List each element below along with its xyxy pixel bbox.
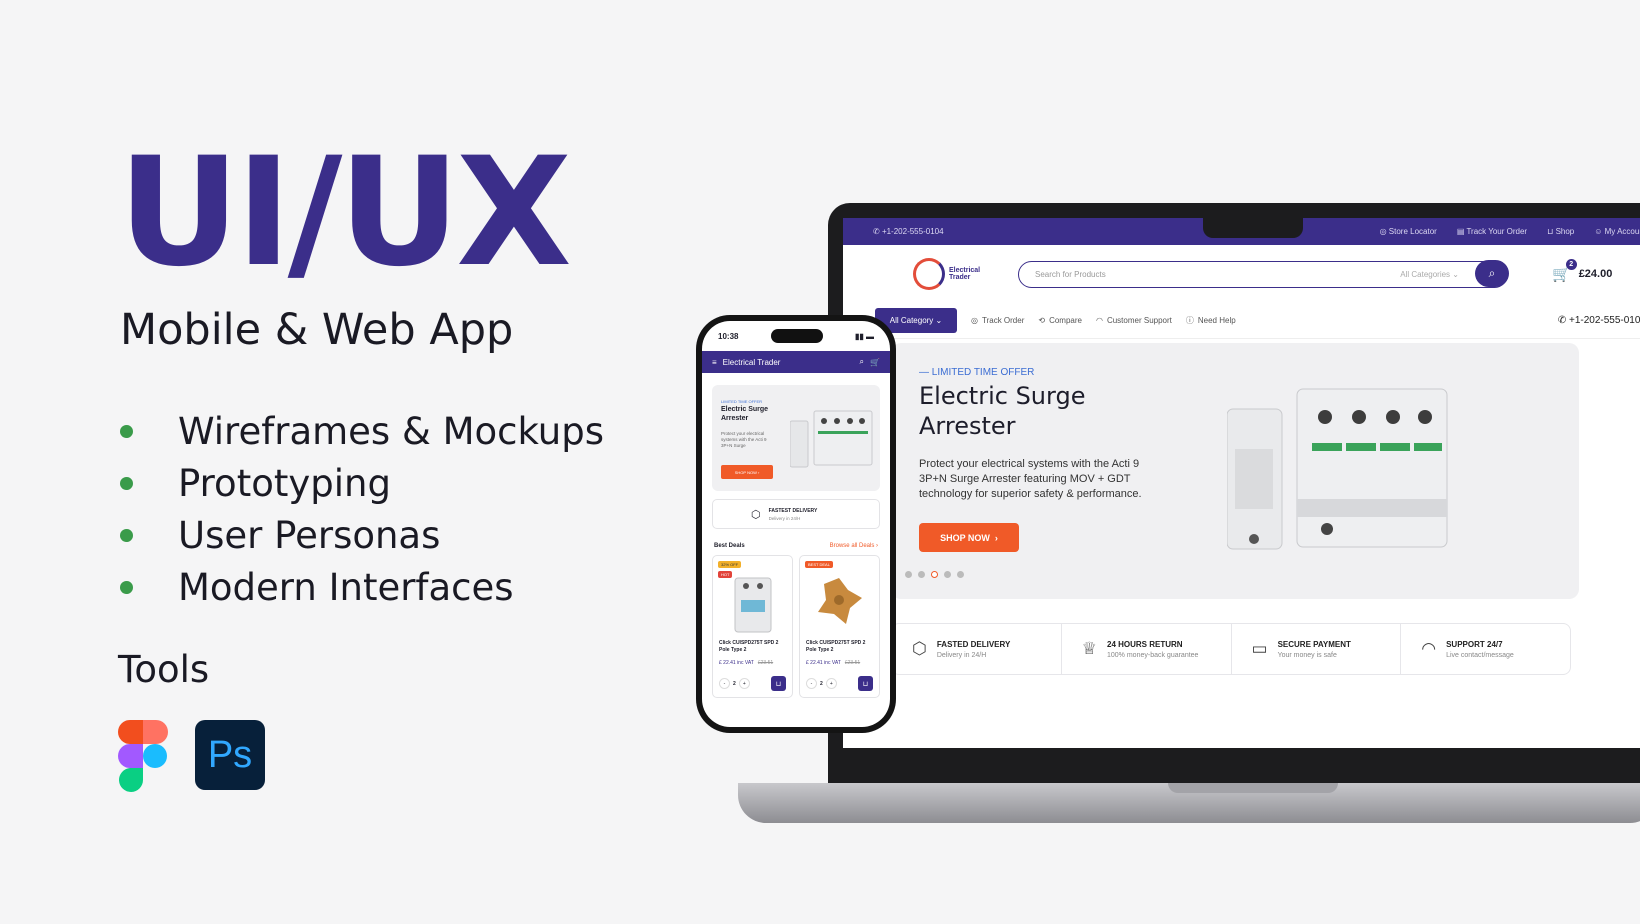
- feature-support: ◠ SUPPORT 24/7 Live contact/message: [1421, 639, 1514, 659]
- surge-arrester-image: [1227, 388, 1448, 550]
- box-icon: ⬡: [912, 639, 927, 658]
- figma-icon: [118, 720, 168, 792]
- trophy-icon: ♕: [1081, 639, 1097, 658]
- nav-phone[interactable]: ✆ +1-202-555-0104: [1558, 315, 1640, 326]
- product-image: [818, 578, 862, 624]
- app-title: Electrical Trader: [722, 357, 781, 367]
- search-button[interactable]: ⌕: [1475, 259, 1509, 287]
- web-header: Electrical Trader Search for Products All…: [843, 245, 1640, 303]
- cart-icon: 🛒 2: [1552, 259, 1577, 283]
- carousel-dot[interactable]: [905, 571, 912, 578]
- quantity-stepper[interactable]: -2 +: [719, 678, 750, 689]
- minus-icon: -: [806, 678, 817, 689]
- banner-description: Protect your electrical systems with the…: [919, 458, 1142, 500]
- card-icon: ▭: [1251, 639, 1268, 658]
- shop-now-button[interactable]: SHOP NOW ›: [919, 523, 1019, 552]
- pin-icon: ◎: [971, 316, 978, 325]
- feature-return: ♕ 24 HOURS RETURN 100% money-back guarante…: [1062, 624, 1232, 674]
- cart-icon: ⊔: [862, 680, 869, 688]
- carousel-dot[interactable]: [944, 571, 951, 578]
- banner-tag: — LIMITED TIME OFFER: [919, 367, 1035, 378]
- search-icon: ⌕: [1488, 265, 1496, 280]
- status-time: 10:38: [718, 331, 739, 341]
- banner-title: Electric Surge Arrester: [919, 382, 1086, 440]
- dynamic-island: [770, 329, 823, 343]
- headphones-icon: ◠: [1421, 639, 1437, 658]
- cart-icon[interactable]: 🛒: [870, 358, 880, 367]
- status-bar: 10:38 ▮▮ ▬: [702, 321, 890, 351]
- carousel-dot[interactable]: [957, 571, 964, 578]
- nav-customer-support[interactable]: ◠ Customer Support: [1096, 316, 1172, 325]
- menu-icon[interactable]: ≡: [712, 358, 717, 367]
- carousel-dots: [905, 571, 964, 578]
- carousel-dot[interactable]: [918, 571, 925, 578]
- web-feature-strip: ⬡ FASTED DELIVERY Delivery in 24/H ♕ 24 HOU…: [891, 623, 1571, 675]
- product-image: [734, 577, 772, 633]
- feature-item: Modern Interfaces: [120, 561, 604, 613]
- product-grid: 32% OFF HOT Click CUISPD275T SPD 2 Pole …: [712, 555, 880, 698]
- plus-icon: +: [825, 678, 837, 689]
- deals-header: Best Deals Browse all Deals ›: [714, 543, 878, 549]
- web-screen: ✆ +1-202-555-0104 ◎ Store Locator ▤ Trac…: [843, 218, 1640, 748]
- product-card[interactable]: BEST DEAL Click CUISPD275T SPD 2 Pole Ty…: [799, 555, 880, 698]
- headset-icon: ◠: [1095, 316, 1103, 325]
- surge-arrester-image: [790, 410, 873, 468]
- phone-mockup: 10:38 ▮▮ ▬ ≡ Electrical Trader ⌕ 🛒 LIMIT…: [696, 315, 896, 733]
- hero-title: UI/UX: [118, 126, 572, 300]
- tools-title: Tools: [118, 648, 210, 691]
- product-card[interactable]: 32% OFF HOT Click CUISPD275T SPD 2 Pole …: [712, 555, 793, 698]
- minus-icon: -: [719, 678, 730, 689]
- bullet-icon: [120, 528, 133, 542]
- bullet-icon: [120, 424, 133, 438]
- cart-count-badge: 2: [1565, 259, 1577, 270]
- track-order-link[interactable]: ▤ Track Your Order: [1457, 227, 1527, 236]
- photoshop-icon: Ps: [195, 720, 265, 790]
- my-account-link[interactable]: ☺ My Account: [1594, 227, 1640, 236]
- mobile-shop-now-button[interactable]: SHOP NOW ›: [721, 465, 773, 479]
- feature-list: Wireframes & Mockups Prototyping User Pe…: [120, 405, 604, 613]
- laptop-mockup: ✆ +1-202-555-0104 ◎ Store Locator ▤ Trac…: [828, 203, 1640, 788]
- web-nav: All Category ⌄ ◎ Track Order ⟲ Compare ◠ Cu…: [843, 303, 1640, 339]
- feature-item: Prototyping: [120, 457, 604, 509]
- mobile-screen: 10:38 ▮▮ ▬ ≡ Electrical Trader ⌕ 🛒 LIMIT…: [702, 321, 890, 727]
- search-bar: Search for Products All Categories ⌄ ⌕: [1018, 259, 1509, 288]
- bullet-icon: [120, 476, 133, 490]
- info-icon: ⓘ: [1185, 316, 1194, 325]
- store-locator-link[interactable]: ◎ Store Locator: [1380, 227, 1437, 236]
- feature-item: Wireframes & Mockups: [120, 405, 604, 457]
- camera-notch: [1203, 218, 1303, 238]
- battery-icon: ▮▮ ▬: [854, 331, 874, 341]
- nav-compare[interactable]: ⟲ Compare: [1038, 316, 1082, 325]
- laptop-base: [738, 783, 1640, 823]
- feature-item: User Personas: [120, 509, 604, 561]
- add-to-cart-button[interactable]: ⊔: [858, 676, 873, 691]
- hero-banner: — LIMITED TIME OFFER Electric Surge Arre…: [891, 343, 1579, 599]
- carousel-dot-active[interactable]: [931, 571, 938, 578]
- refresh-icon: ⟲: [1038, 316, 1046, 325]
- feature-payment: ▭ SECURE PAYMENT Your money is safe: [1232, 624, 1402, 674]
- search-input[interactable]: Search for Products: [1019, 270, 1400, 279]
- cart-total: £24.00: [1578, 268, 1613, 280]
- cart-icon: ⊔: [775, 680, 782, 688]
- mobile-banner: LIMITED TIME OFFER Electric Surge Arrest…: [712, 385, 880, 491]
- mobile-delivery-card: ⬡ FASTEST DELIVERY Delivery in 24/H: [712, 499, 880, 529]
- logo[interactable]: Electrical Trader: [913, 258, 1018, 290]
- box-icon: ⬡: [751, 508, 761, 521]
- nav-track-order[interactable]: ◎ Track Order: [971, 316, 1024, 325]
- search-icon[interactable]: ⌕: [860, 357, 864, 367]
- mobile-appbar: ≡ Electrical Trader ⌕ 🛒: [702, 351, 890, 373]
- hero-subtitle: Mobile & Web App: [120, 305, 514, 355]
- logo-icon: [913, 258, 945, 290]
- quantity-stepper[interactable]: -2 +: [806, 678, 837, 689]
- browse-deals-link[interactable]: Browse all Deals ›: [830, 543, 878, 549]
- feature-delivery: ⬡ FASTED DELIVERY Delivery in 24/H: [892, 624, 1062, 674]
- shop-link[interactable]: ⊔ Shop: [1547, 227, 1574, 236]
- topbar-phone[interactable]: ✆ +1-202-555-0104: [873, 227, 944, 236]
- bullet-icon: [120, 580, 133, 594]
- plus-icon: +: [738, 678, 750, 689]
- add-to-cart-button[interactable]: ⊔: [771, 676, 786, 691]
- cart[interactable]: 🛒 2 £24.00: [1552, 259, 1613, 283]
- nav-need-help[interactable]: ⓘ Need Help: [1186, 315, 1236, 326]
